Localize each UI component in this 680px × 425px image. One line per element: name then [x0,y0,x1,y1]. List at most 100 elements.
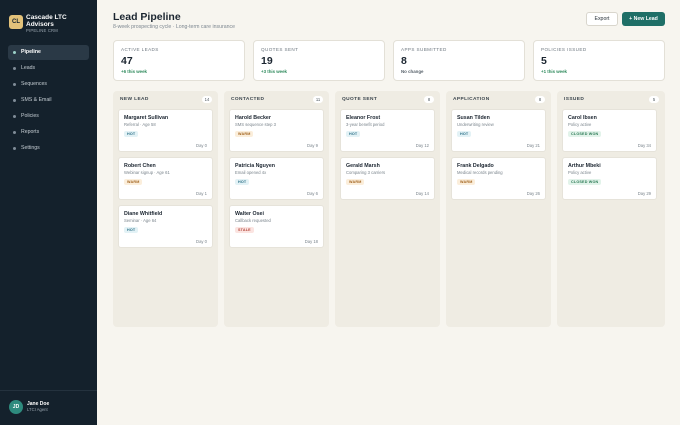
stat-change: +3 this week [261,69,287,74]
lead-card[interactable]: Frank Delgado Medical records pending WA… [451,157,546,200]
brand[interactable]: CL Cascade LTC Advisors PIPELINE CRM [9,14,93,34]
pipeline-board: New Lead 14 Margaret Sullivan Referral ·… [113,91,665,327]
lead-day: Day 0 [196,239,207,244]
lead-day: Day 14 [415,191,429,196]
lead-meta: Policy active [568,170,592,175]
stat-change: +6 this week [121,69,147,74]
lead-card[interactable]: Patricia Nguyen Email opened 4x HOT Day … [229,157,324,200]
stat-card-apps-submitted: Apps Submitted 8 No change [393,40,525,81]
bullet-icon [13,67,16,70]
lead-status-tag: WARM [124,179,143,185]
stat-card-active-leads: Active Leads 47 +6 this week [113,40,245,81]
stat-label: Quotes Sent [261,47,299,52]
lead-meta: Comparing 3 carriers [346,170,386,175]
lead-day: Day 21 [526,143,540,148]
column-count-badge: 5 [649,96,659,103]
lead-status-tag: HOT [124,227,139,233]
lead-meta: Medical records pending [457,170,503,175]
user-role: LTCI Agent [27,407,48,412]
lead-name: Susan Tilden [457,115,490,121]
column-count-badge: 14 [202,96,212,103]
lead-day: Day 18 [304,239,318,244]
lead-meta: Webinar signup · Age 61 [124,170,170,175]
lead-name: Arthur Mbeki [568,163,601,169]
column-issued: Issued 5 Carol Ibsen Policy active CLOSE… [557,91,665,327]
stat-card-quotes-sent: Quotes Sent 19 +3 this week [253,40,385,81]
stat-value: 5 [541,55,547,67]
lead-card[interactable]: Gerald Marsh Comparing 3 carriers WARM D… [340,157,435,200]
lead-card[interactable]: Margaret Sullivan Referral · Age 58 HOT … [118,109,213,152]
lead-name: Carol Ibsen [568,115,597,121]
sidebar-divider [0,390,97,391]
bullet-icon [13,83,16,86]
stat-card-policies-issued: Policies Issued 5 +1 this week [533,40,665,81]
lead-status-tag: WARM [235,131,254,137]
sidebar: CL Cascade LTC Advisors PIPELINE CRM Pip… [0,0,97,425]
lead-day: Day 0 [196,143,207,148]
lead-card[interactable]: Robert Chen Webinar signup · Age 61 WARM… [118,157,213,200]
sidebar-nav: Pipeline Leads Sequences SMS & Email Pol… [8,45,89,157]
sidebar-item-label: SMS & Email [21,97,52,103]
bullet-icon [13,115,16,118]
lead-card[interactable]: Susan Tilden Underwriting review HOT Day… [451,109,546,152]
lead-day: Day 12 [415,143,429,148]
page-subtitle: 8-week prospecting cycle · Long-term car… [113,24,235,30]
lead-meta: Email opened 4x [235,170,267,175]
lead-name: Diane Whitfield [124,211,163,217]
sidebar-item-pipeline[interactable]: Pipeline [8,45,89,60]
lead-status-tag: CLOSED WON [568,131,602,137]
column-new-lead: New Lead 14 Margaret Sullivan Referral ·… [113,91,218,327]
lead-card[interactable]: Diane Whitfield Seminar · Age 64 HOT Day… [118,205,213,248]
main-content: Lead Pipeline 8-week prospecting cycle ·… [97,0,680,425]
sidebar-item-reports[interactable]: Reports [8,125,89,140]
sidebar-item-label: Policies [21,113,39,119]
export-button[interactable]: Export [586,12,618,26]
sidebar-item-policies[interactable]: Policies [8,109,89,124]
column-title: Issued [564,97,585,102]
lead-status-tag: HOT [457,131,472,137]
lead-status-tag: WARM [346,179,365,185]
sidebar-item-leads[interactable]: Leads [8,61,89,76]
sidebar-item-settings[interactable]: Settings [8,141,89,156]
lead-card[interactable]: Harold Becker SMS sequence step 3 WARM D… [229,109,324,152]
stat-change: No change [401,69,424,74]
lead-name: Gerald Marsh [346,163,380,169]
stat-value: 47 [121,55,133,67]
new-lead-button[interactable]: + New Lead [622,12,665,26]
column-contacted: Contacted 11 Harold Becker SMS sequence … [224,91,329,327]
brand-name: Cascade LTC Advisors [26,14,67,28]
sidebar-item-label: Sequences [21,81,47,87]
sidebar-item-label: Leads [21,65,36,71]
column-count-badge: 11 [313,96,323,103]
lead-name: Robert Chen [124,163,156,169]
lead-day: Day 6 [307,191,318,196]
brand-subtitle: PIPELINE CRM [26,28,58,33]
lead-card[interactable]: Carol Ibsen Policy active CLOSED WON Day… [562,109,657,152]
column-title: Application [453,97,490,102]
sidebar-item-label: Pipeline [21,49,41,55]
stat-value: 8 [401,55,407,67]
stat-label: Policies Issued [541,47,587,52]
lead-meta: Underwriting review [457,122,494,127]
sidebar-item-sequences[interactable]: Sequences [8,77,89,92]
lead-name: Patricia Nguyen [235,163,276,169]
lead-card[interactable]: Arthur Mbeki Policy active CLOSED WON Da… [562,157,657,200]
lead-status-tag: CLOSED WON [568,179,602,185]
lead-meta: Callback requested [235,218,271,223]
column-count-badge: 8 [424,96,434,103]
stat-label: Active Leads [121,47,159,52]
lead-meta: SMS sequence step 3 [235,122,276,127]
column-title: Quote Sent [342,97,378,102]
page-title: Lead Pipeline [113,11,181,23]
lead-card[interactable]: Eleanor Frost 3-year benefit period HOT … [340,109,435,152]
lead-day: Day 29 [637,191,651,196]
lead-day: Day 26 [526,191,540,196]
lead-day: Day 1 [196,191,207,196]
bullet-icon [13,51,16,54]
lead-name: Walter Osei [235,211,264,217]
sidebar-item-sms-email[interactable]: SMS & Email [8,93,89,108]
lead-card[interactable]: Walter Osei Callback requested STALE Day… [229,205,324,248]
stats-row: Active Leads 47 +6 this week Quotes Sent… [113,40,665,81]
lead-meta: Seminar · Age 64 [124,218,157,223]
lead-status-tag: WARM [457,179,476,185]
